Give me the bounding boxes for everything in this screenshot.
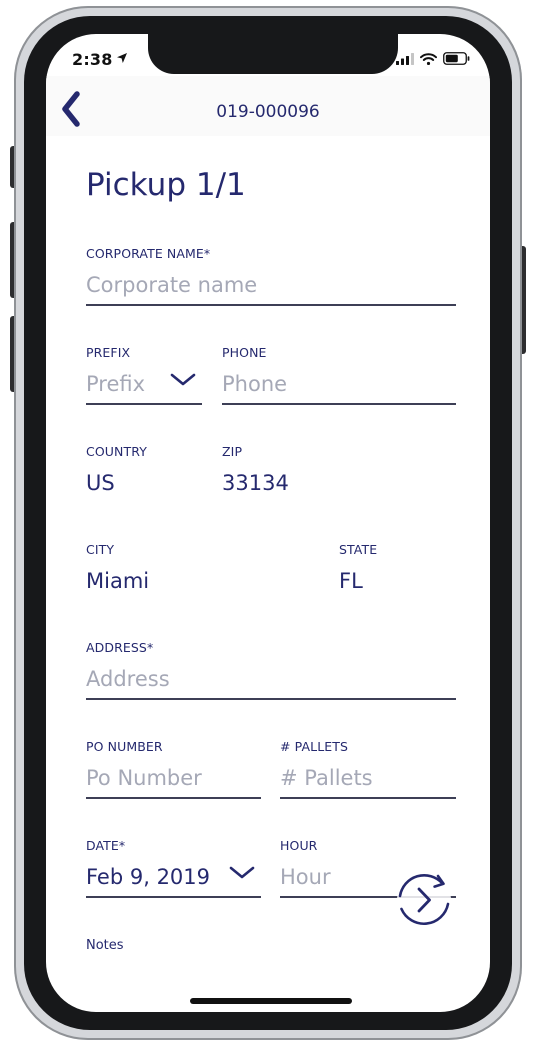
pallets-input[interactable]: # Pallets — [280, 765, 373, 791]
location-arrow-icon — [117, 53, 127, 63]
corporate-name-underline — [86, 304, 456, 306]
state-value[interactable]: FL — [339, 568, 363, 594]
city-label: CITY — [86, 542, 115, 557]
date-field[interactable]: DATE* Feb 9, 2019 — [86, 838, 261, 900]
date-value[interactable]: Feb 9, 2019 — [86, 864, 210, 890]
nav-title: 019-000096 — [216, 102, 320, 122]
state-field[interactable]: STATE FL — [339, 542, 439, 604]
address-label: ADDRESS* — [86, 640, 154, 655]
date-underline — [86, 896, 261, 898]
phone-label: PHONE — [222, 345, 267, 360]
battery-icon — [443, 52, 470, 65]
pallets-underline — [280, 797, 456, 799]
page-title: Pickup 1/1 — [86, 167, 246, 203]
prefix-label: PREFIX — [86, 345, 131, 360]
prefix-field[interactable]: PREFIX Prefix — [86, 345, 202, 407]
po-number-field[interactable]: PO NUMBER Po Number — [86, 739, 261, 801]
nav-header: 019-000096 — [46, 76, 490, 136]
city-value[interactable]: Miami — [86, 568, 149, 594]
notes-label: Notes — [86, 938, 124, 953]
date-label: DATE* — [86, 838, 126, 853]
phone-screen: 2:38 019-000096 Pickup 1/1 CORPORATE NAM… — [46, 34, 490, 1012]
address-underline — [86, 698, 456, 700]
zip-value[interactable]: 33134 — [222, 470, 289, 496]
po-number-input[interactable]: Po Number — [86, 765, 202, 791]
address-field[interactable]: ADDRESS* Address — [86, 640, 456, 702]
country-value[interactable]: US — [86, 470, 115, 496]
zip-label: ZIP — [222, 444, 243, 459]
corporate-name-field[interactable]: CORPORATE NAME* Corporate name — [86, 246, 456, 308]
status-icons — [396, 52, 470, 65]
status-time: 2:38 — [72, 50, 113, 69]
prefix-underline — [86, 403, 202, 405]
hour-input[interactable]: Hour — [280, 864, 331, 890]
state-label: STATE — [339, 542, 378, 557]
signal-icon — [396, 52, 414, 65]
country-label: COUNTRY — [86, 444, 147, 459]
po-number-label: PO NUMBER — [86, 739, 163, 754]
chevron-down-icon[interactable] — [170, 373, 196, 387]
pallets-field[interactable]: # PALLETS # Pallets — [280, 739, 456, 801]
po-number-underline — [86, 797, 261, 799]
prefix-select[interactable]: Prefix — [86, 371, 145, 397]
chevron-down-icon[interactable] — [229, 866, 255, 880]
city-field[interactable]: CITY Miami — [86, 542, 286, 604]
wifi-icon — [420, 52, 437, 65]
corporate-name-label: CORPORATE NAME* — [86, 246, 211, 261]
phone-underline — [222, 403, 456, 405]
pallets-label: # PALLETS — [280, 739, 349, 754]
phone-field[interactable]: PHONE Phone — [222, 345, 456, 407]
corporate-name-input[interactable]: Corporate name — [86, 272, 257, 298]
address-input[interactable]: Address — [86, 666, 170, 692]
next-arrow-icon[interactable] — [392, 868, 456, 932]
zip-field[interactable]: ZIP 33134 — [222, 444, 342, 506]
country-field[interactable]: COUNTRY US — [86, 444, 206, 506]
notch — [148, 34, 398, 74]
phone-input[interactable]: Phone — [222, 371, 287, 397]
hour-label: HOUR — [280, 838, 318, 853]
home-indicator[interactable] — [190, 998, 352, 1004]
